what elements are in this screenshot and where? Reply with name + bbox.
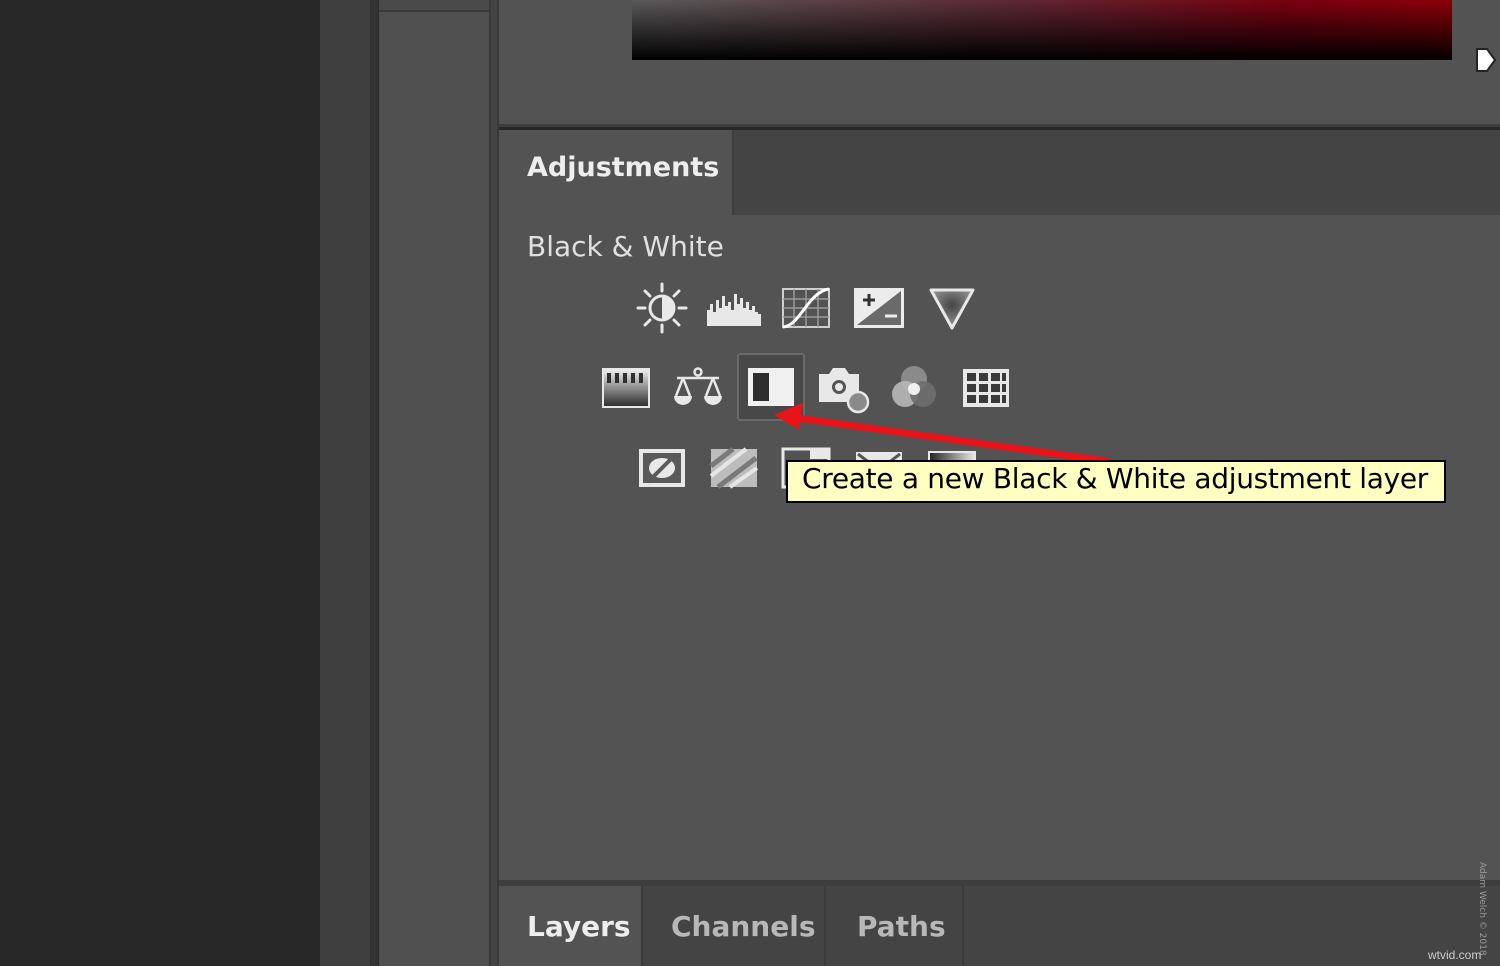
tab-channels-label: Channels	[671, 910, 816, 943]
invert-icon[interactable]	[634, 440, 690, 496]
hue-slider-handle[interactable]	[1474, 46, 1498, 74]
panel-gutter	[491, 0, 499, 966]
tab-layers-label: Layers	[527, 910, 631, 943]
hue-saturation-icon[interactable]	[598, 360, 654, 416]
tab-adjustments-label: Adjustments	[527, 152, 720, 183]
site-watermark: wtvid.com	[1428, 948, 1482, 962]
tab-paths-label: Paths	[857, 910, 946, 943]
color-picker-field[interactable]	[632, 0, 1452, 60]
brightness-contrast-icon[interactable]	[634, 280, 690, 336]
credit-watermark: Adam Welch © 2018	[1473, 862, 1493, 956]
workspace-background	[0, 0, 320, 966]
annotation-arrow-head	[775, 403, 803, 429]
collapsed-panel-column	[379, 0, 491, 966]
adjustment-hover-title: Black & White	[527, 230, 724, 263]
annotation-arrow-line	[786, 413, 1111, 465]
levels-icon[interactable]	[706, 280, 762, 336]
credit-watermark-text: Adam Welch © 2018	[1477, 862, 1487, 956]
panel-divider	[371, 0, 379, 966]
canvas-edge-strip	[320, 0, 371, 966]
tooltip-text: Create a new Black & White adjustment la…	[802, 462, 1428, 495]
color-balance-icon[interactable]	[670, 360, 726, 416]
curves-icon[interactable]	[778, 280, 834, 336]
collapsed-panel-header	[379, 0, 489, 12]
vibrance-icon[interactable]	[924, 280, 980, 336]
exposure-icon[interactable]	[851, 280, 907, 336]
posterize-icon[interactable]	[706, 440, 762, 496]
